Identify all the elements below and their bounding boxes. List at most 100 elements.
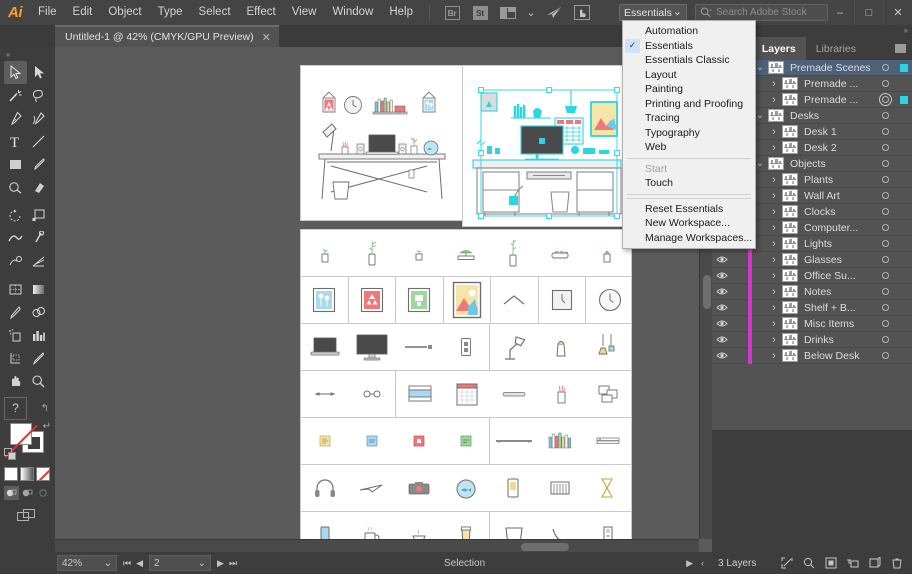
icon-frame-blue[interactable] [301, 277, 349, 323]
lasso-tool[interactable] [27, 84, 50, 107]
layer-expand-chevron-right-icon[interactable]: › [766, 350, 782, 362]
layer-target-circle[interactable] [874, 288, 896, 295]
delete-layer-icon[interactable] [887, 554, 906, 572]
icon-library-grid[interactable] [300, 229, 632, 552]
menu-effect[interactable]: Effect [239, 0, 284, 25]
layer-expand-chevron-right-icon[interactable]: › [766, 302, 782, 314]
layer-row[interactable]: › Misc Items [712, 315, 912, 332]
column-graph-tool[interactable] [27, 324, 50, 347]
icon-wall-hook[interactable] [491, 277, 539, 323]
publish-online-icon[interactable] [543, 0, 565, 25]
new-sublayer-icon[interactable] [843, 554, 862, 572]
status-menu-arrow-icon[interactable]: ▶ [686, 558, 693, 569]
draw-behind-button[interactable] [20, 486, 35, 500]
pen-tool[interactable] [4, 107, 27, 130]
document-tab[interactable]: Untitled-1 @ 42% (CMYK/GPU Preview) ✕ [55, 25, 279, 47]
menu-view[interactable]: View [284, 0, 325, 25]
icon-sticky-note-blue[interactable] [348, 418, 395, 464]
workspace-option[interactable]: ✓ Essentials [623, 38, 755, 53]
workspace-option[interactable]: Automation [623, 24, 755, 39]
layer-target-circle[interactable] [874, 176, 896, 183]
bridge-icon[interactable]: Br [441, 0, 463, 25]
type-tool[interactable]: T [4, 130, 27, 153]
layer-row[interactable]: › Notes [712, 283, 912, 300]
icon-wall-calendar[interactable] [443, 371, 490, 417]
slice-tool[interactable] [27, 347, 50, 370]
layer-target-circle[interactable] [874, 160, 896, 167]
layer-visibility-eye-icon[interactable] [712, 303, 732, 312]
stock-icon[interactable]: St [469, 0, 491, 25]
tab-libraries[interactable]: Libraries [805, 37, 866, 60]
selection-tool[interactable] [4, 61, 27, 84]
draw-inside-button[interactable] [36, 486, 51, 500]
layer-target-circle[interactable] [874, 240, 896, 247]
scale-tool[interactable] [27, 204, 50, 227]
gradient-tool[interactable] [27, 278, 50, 301]
icon-sticky-note-red[interactable] [395, 418, 442, 464]
icon-laptop[interactable] [301, 324, 348, 370]
layer-expand-chevron-right-icon[interactable]: › [766, 190, 782, 202]
layer-target-circle[interactable] [874, 80, 896, 87]
workspace-option[interactable]: Essentials Classic [623, 53, 755, 68]
icon-radiator[interactable] [537, 465, 584, 511]
layer-target-circle[interactable] [874, 224, 896, 231]
layer-target-circle[interactable] [874, 64, 896, 71]
layer-visibility-eye-icon[interactable] [712, 335, 732, 344]
paintbrush-tool[interactable] [27, 153, 50, 176]
shape-builder-tool[interactable] [4, 250, 27, 273]
layer-row[interactable]: › Glasses [712, 251, 912, 268]
artboard-1[interactable] [300, 65, 463, 221]
layer-expand-chevron-right-icon[interactable]: › [766, 94, 782, 106]
workspace-selector[interactable]: Essentials ⌄ [619, 4, 687, 21]
zoom-level-field[interactable]: 42% ⌄ [57, 555, 117, 571]
layer-target-circle[interactable] [874, 128, 896, 135]
search-stock-input[interactable]: Search Adobe Stock [695, 4, 828, 21]
icon-plant-tall-vase[interactable] [348, 230, 395, 276]
menu-help[interactable]: Help [381, 0, 421, 25]
layer-visibility-eye-icon[interactable] [712, 271, 732, 280]
last-artboard-button[interactable]: ⏭ [229, 558, 237, 569]
icon-paper-airplane[interactable] [348, 465, 395, 511]
blend-tool[interactable] [27, 301, 50, 324]
artboard-number-field[interactable]: 2 ⌄ [149, 555, 212, 571]
layer-row[interactable]: › Shelf + B... [712, 299, 912, 316]
workspace-option[interactable]: Tracing [623, 111, 755, 126]
artboard-tool[interactable] [4, 347, 27, 370]
panel-menu-icon[interactable] [888, 37, 912, 60]
curvature-tool[interactable] [27, 107, 50, 130]
color-none-button[interactable] [36, 467, 50, 481]
icon-pen-cup[interactable] [537, 371, 584, 417]
layer-expand-chevron-right-icon[interactable]: › [766, 78, 782, 90]
mesh-tool[interactable] [4, 278, 27, 301]
perspective-grid-tool[interactable] [27, 250, 50, 273]
icon-smartphone[interactable] [490, 465, 537, 511]
free-transform-tool[interactable] [27, 227, 50, 250]
layer-target-circle[interactable] [874, 304, 896, 311]
layer-row[interactable]: › Below Desk [712, 347, 912, 364]
rotate-tool[interactable] [4, 204, 27, 227]
search-layer-icon[interactable] [799, 554, 818, 572]
rectangle-tool[interactable] [4, 153, 27, 176]
icon-fishbowl[interactable] [442, 465, 489, 511]
icon-plant-sprig-jar[interactable] [490, 230, 537, 276]
menu-select[interactable]: Select [191, 0, 239, 25]
artboard-2[interactable] [462, 65, 632, 227]
eraser-tool[interactable] [27, 176, 50, 199]
layer-target-circle[interactable] [874, 320, 896, 327]
layer-target-circle[interactable] [874, 272, 896, 279]
icon-printer[interactable] [396, 371, 443, 417]
layer-expand-chevron-right-icon[interactable]: › [766, 126, 782, 138]
tab-layers[interactable]: Layers [751, 37, 806, 60]
icon-plant-succulent[interactable] [395, 230, 442, 276]
make-mask-icon[interactable] [821, 554, 840, 572]
menu-object[interactable]: Object [100, 0, 149, 25]
magic-wand-tool[interactable] [4, 84, 27, 107]
icon-plant-window-box[interactable] [537, 230, 584, 276]
horizontal-scrollbar-thumb[interactable] [521, 543, 569, 551]
zoom-tool[interactable] [27, 370, 50, 393]
workspace-option[interactable]: Layout [623, 68, 755, 83]
draw-normal-button[interactable] [4, 486, 19, 500]
icon-eyeglasses-open[interactable] [348, 371, 396, 417]
icon-hanging-pendant-lamps[interactable] [584, 324, 631, 370]
icon-paper-stack[interactable] [584, 371, 631, 417]
